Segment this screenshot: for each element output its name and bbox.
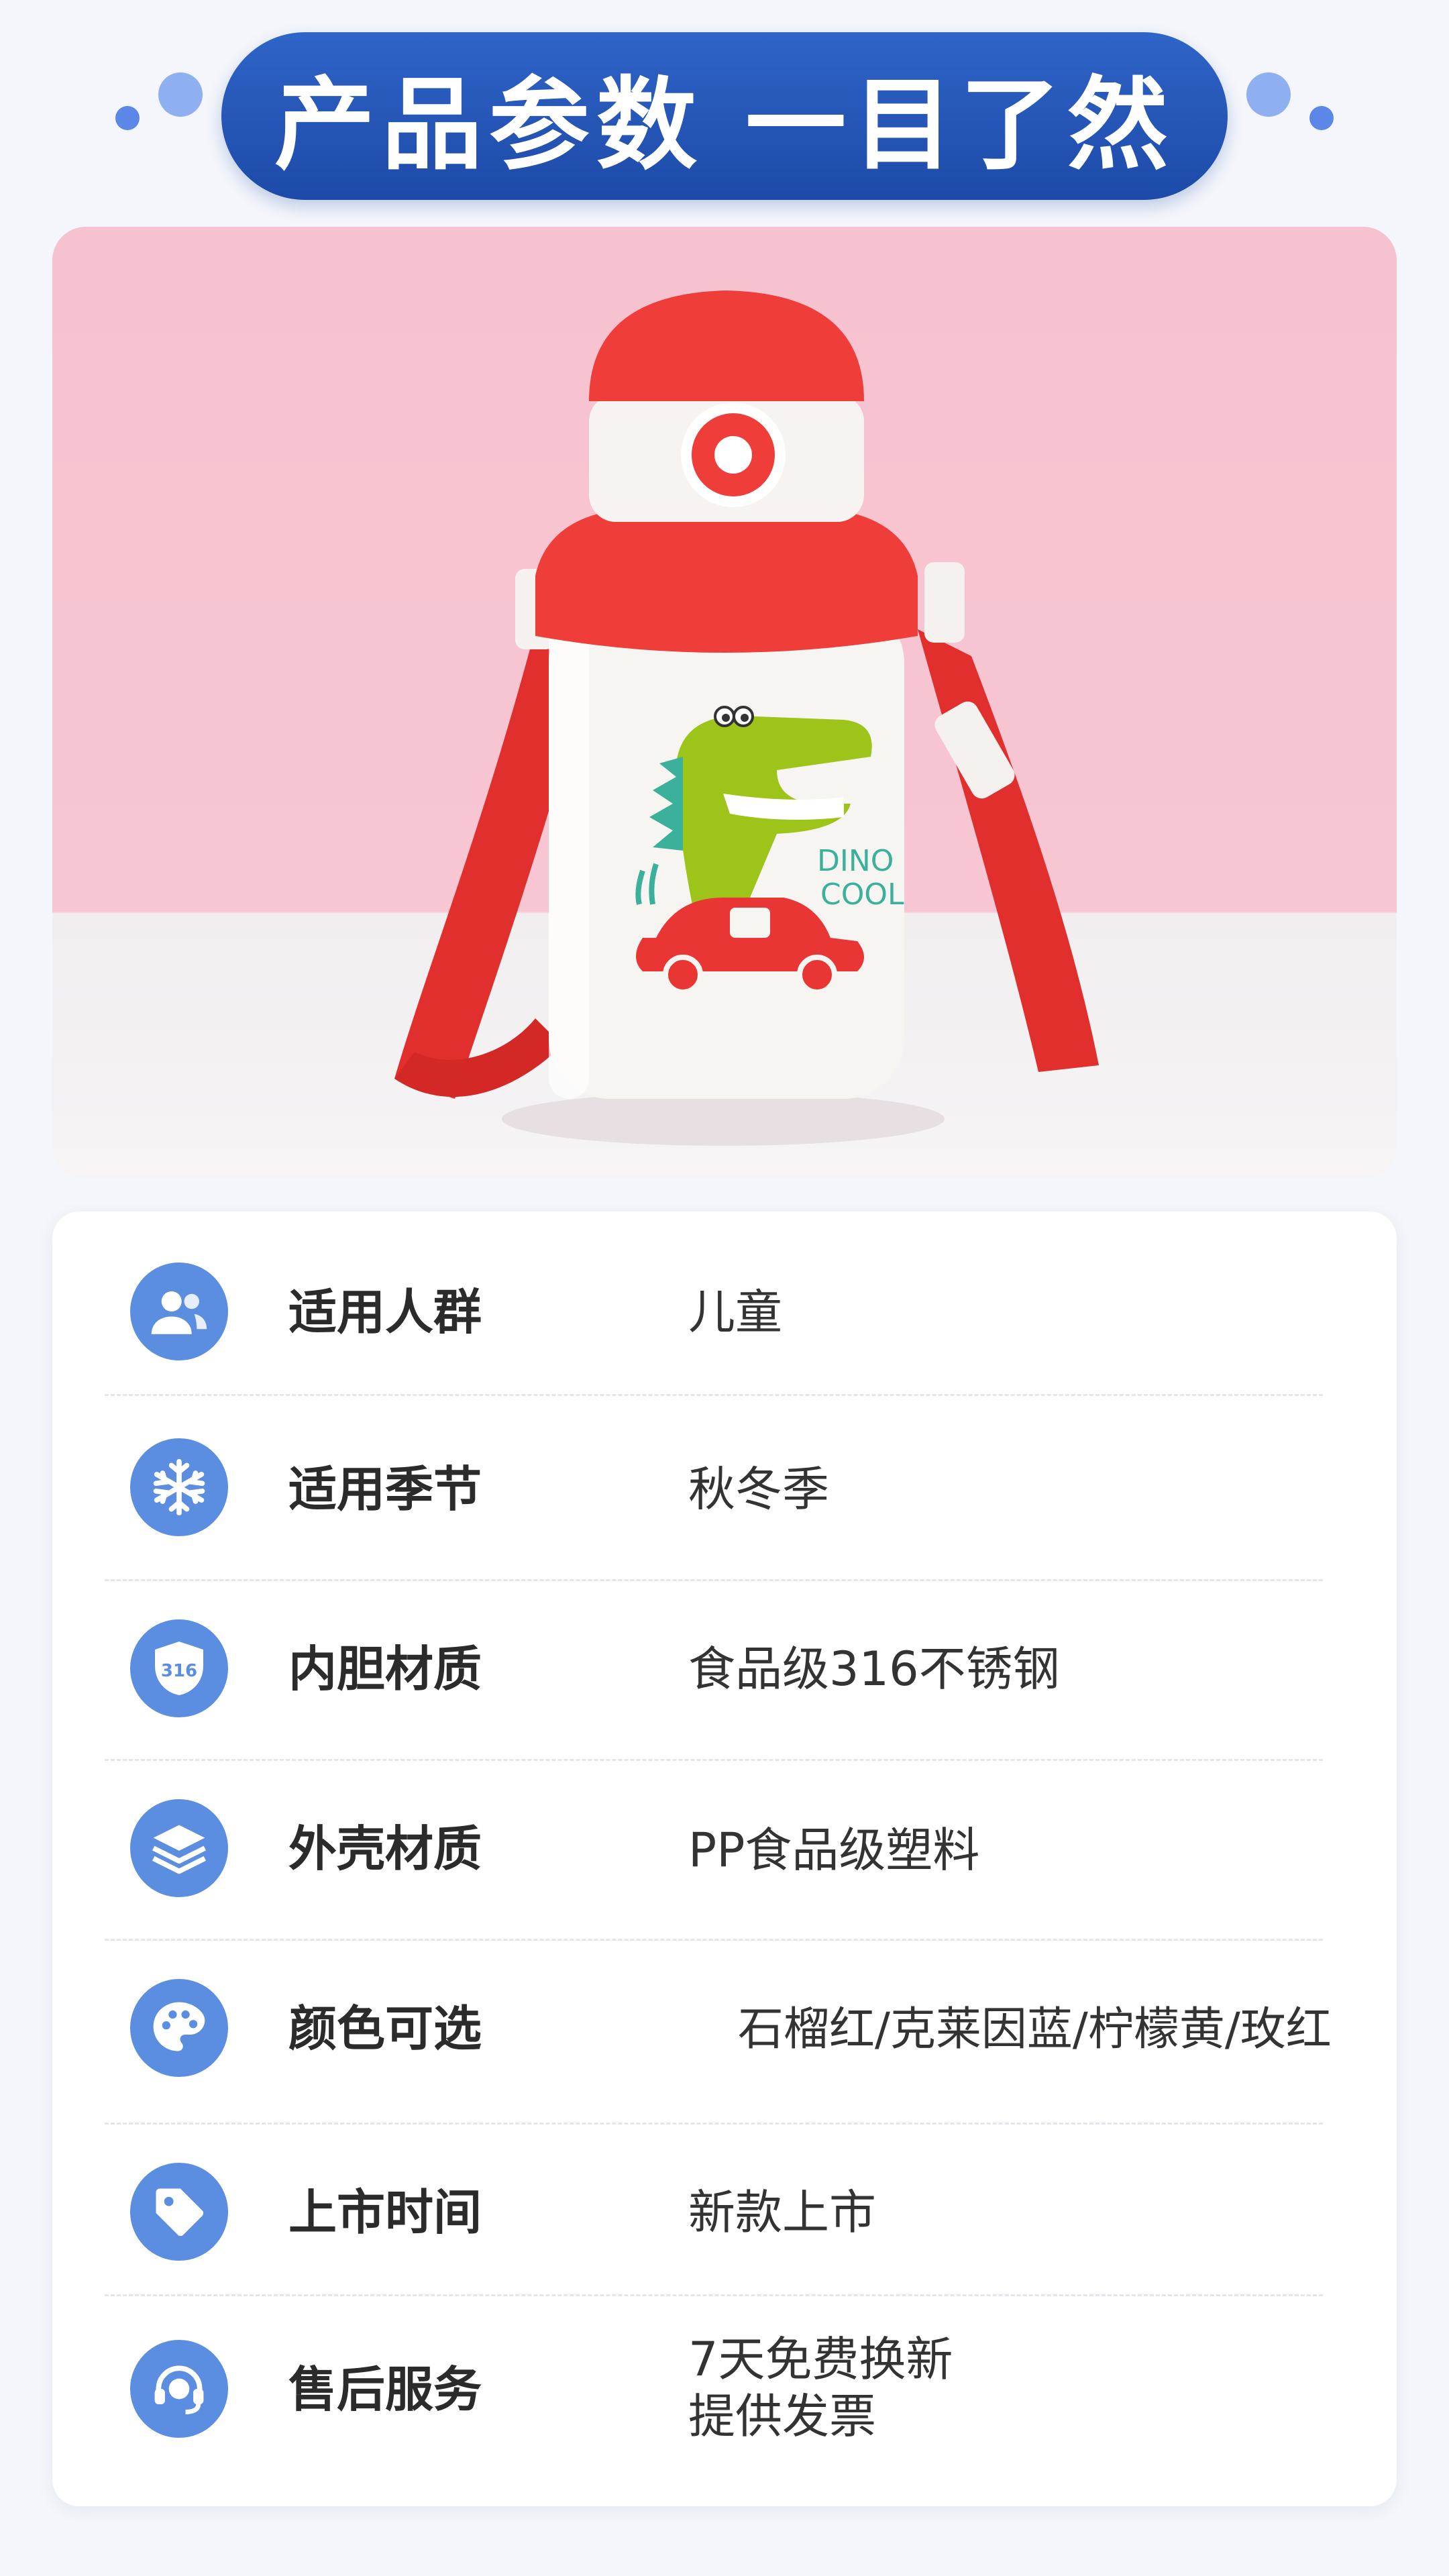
- header: 产品参数 一目了然: [0, 0, 1449, 221]
- headset-icon: [130, 2340, 228, 2438]
- spec-label: 适用季节: [288, 1461, 482, 1517]
- spec-label: 上市时间: [288, 2184, 482, 2241]
- spec-row: 适用人群 儿童: [52, 1212, 1397, 1394]
- spec-label: 适用人群: [288, 1284, 482, 1340]
- spec-value: 儿童: [688, 1285, 782, 1340]
- spec-row: 颜色可选 石榴红/克莱因蓝/柠檬黄/玫红: [52, 1940, 1397, 2123]
- layers-icon: [130, 1799, 228, 1897]
- kids-water-bottle-illustration: DINO COOL: [394, 290, 1099, 1146]
- spec-value-line2: 提供发票: [688, 2389, 876, 2444]
- bottle-print-text-1: DINO: [817, 844, 894, 878]
- spec-label: 外壳材质: [288, 1821, 482, 1877]
- spec-value: 7天免费换新: [688, 2332, 953, 2387]
- spec-value: 秋冬季: [688, 1462, 829, 1517]
- bottle-print-text-2: COOL: [820, 877, 904, 912]
- spec-label: 颜色可选: [288, 2000, 482, 2057]
- spec-row: 上市时间 新款上市: [52, 2124, 1397, 2296]
- spec-row: 316 内胆材质 食品级316不锈钢: [52, 1580, 1397, 1758]
- price-tag-icon: [130, 2163, 228, 2261]
- spec-row: 售后服务 7天免费换新 提供发票: [52, 2296, 1397, 2497]
- spec-row: 外壳材质 PP食品级塑料: [52, 1760, 1397, 1937]
- shield-316-icon: 316: [130, 1619, 228, 1717]
- decor-dot: [115, 106, 140, 130]
- snowflake-icon: [130, 1438, 228, 1536]
- spec-label: 内胆材质: [288, 1641, 482, 1697]
- palette-icon: [130, 1979, 228, 2077]
- shield-316-text: 316: [161, 1661, 197, 1681]
- decor-dot: [1246, 72, 1291, 117]
- decor-dot: [158, 72, 203, 117]
- spec-value: 石榴红/克莱因蓝/柠檬黄/玫红: [738, 2003, 1332, 2056]
- spec-row: 适用季节 秋冬季: [52, 1395, 1397, 1578]
- title-banner: 产品参数 一目了然: [221, 32, 1228, 200]
- users-icon: [130, 1263, 228, 1360]
- spec-value: 食品级316不锈钢: [688, 1642, 1060, 1697]
- page-title: 产品参数 一目了然: [274, 66, 1175, 184]
- spec-card: 适用人群 儿童 适用季节 秋冬季 316 内胆材质 食品级316不锈钢 外壳材质…: [52, 1212, 1397, 2506]
- product-photo: DINO COOL: [52, 227, 1397, 1178]
- spec-value: 新款上市: [688, 2185, 876, 2240]
- decor-dot: [1309, 106, 1334, 130]
- spec-value: PP食品级塑料: [688, 1823, 980, 1878]
- spec-label: 售后服务: [288, 2361, 482, 2418]
